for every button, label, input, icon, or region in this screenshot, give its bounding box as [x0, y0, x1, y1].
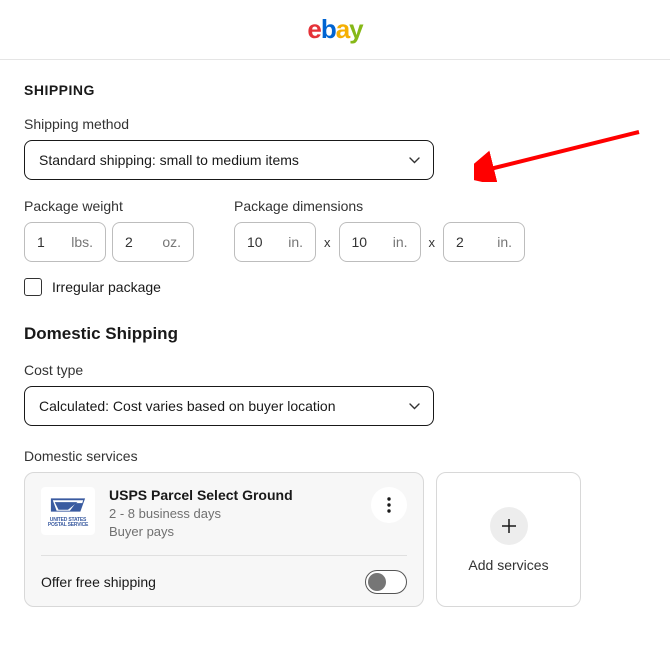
- service-payer: Buyer pays: [109, 523, 357, 541]
- dim-length-input-wrap[interactable]: in.: [234, 222, 316, 262]
- unit-oz: oz.: [162, 234, 181, 250]
- irregular-package-label: Irregular package: [52, 279, 161, 295]
- offer-free-shipping-toggle[interactable]: [365, 570, 407, 594]
- service-options-button[interactable]: [371, 487, 407, 523]
- package-dimensions-label: Package dimensions: [234, 198, 525, 214]
- annotation-arrow: [474, 122, 654, 187]
- dim-width-input-wrap[interactable]: in.: [339, 222, 421, 262]
- plus-icon-circle: [490, 507, 528, 545]
- package-weight-label: Package weight: [24, 198, 194, 214]
- content-area: SHIPPING Shipping method Standard shippi…: [0, 60, 670, 629]
- weight-oz-input-wrap[interactable]: oz.: [112, 222, 194, 262]
- header-logo-bar: ebay: [0, 0, 670, 60]
- service-name: USPS Parcel Select Ground: [109, 487, 357, 503]
- domestic-services-label: Domestic services: [24, 448, 646, 464]
- usps-logo: UNITED STATESPOSTAL SERVICE: [41, 487, 95, 535]
- add-services-label: Add services: [468, 557, 548, 573]
- package-weight-group: Package weight lbs. oz.: [24, 198, 194, 262]
- logo-letter-b: b: [321, 14, 336, 44]
- weight-oz-input[interactable]: [125, 234, 155, 250]
- dim-width-input[interactable]: [352, 234, 382, 250]
- weight-lbs-input-wrap[interactable]: lbs.: [24, 222, 106, 262]
- dimension-separator: x: [322, 235, 333, 250]
- ebay-logo: ebay: [307, 14, 362, 45]
- toggle-knob: [368, 573, 386, 591]
- shipping-method-value: Standard shipping: small to medium items: [39, 152, 299, 168]
- dim-length-input[interactable]: [247, 234, 277, 250]
- cost-type-label: Cost type: [24, 362, 646, 378]
- usps-text: UNITED STATESPOSTAL SERVICE: [48, 518, 88, 529]
- unit-in: in.: [393, 234, 408, 250]
- offer-free-shipping-label: Offer free shipping: [41, 574, 156, 590]
- weight-lbs-input[interactable]: [37, 234, 67, 250]
- add-services-button[interactable]: Add services: [436, 472, 581, 607]
- irregular-package-checkbox[interactable]: [24, 278, 42, 296]
- service-delivery-time: 2 - 8 business days: [109, 505, 357, 523]
- shipping-method-select[interactable]: Standard shipping: small to medium items: [24, 140, 434, 180]
- cost-type-select[interactable]: Calculated: Cost varies based on buyer l…: [24, 386, 434, 426]
- unit-in: in.: [288, 234, 303, 250]
- dim-height-input-wrap[interactable]: in.: [443, 222, 525, 262]
- kebab-icon: [387, 497, 391, 513]
- domestic-shipping-heading: Domestic Shipping: [24, 324, 646, 344]
- logo-letter-y: y: [349, 14, 362, 44]
- unit-lbs: lbs.: [71, 234, 93, 250]
- dimension-separator: x: [427, 235, 438, 250]
- shipping-section-title: SHIPPING: [24, 82, 646, 98]
- plus-icon: [500, 517, 518, 535]
- package-dimensions-group: Package dimensions in. x in. x in.: [234, 198, 525, 262]
- logo-letter-e: e: [307, 14, 320, 44]
- unit-in: in.: [497, 234, 512, 250]
- service-card: UNITED STATESPOSTAL SERVICE USPS Parcel …: [24, 472, 424, 607]
- logo-letter-a: a: [336, 14, 349, 44]
- dim-height-input[interactable]: [456, 234, 486, 250]
- cost-type-value: Calculated: Cost varies based on buyer l…: [39, 398, 336, 414]
